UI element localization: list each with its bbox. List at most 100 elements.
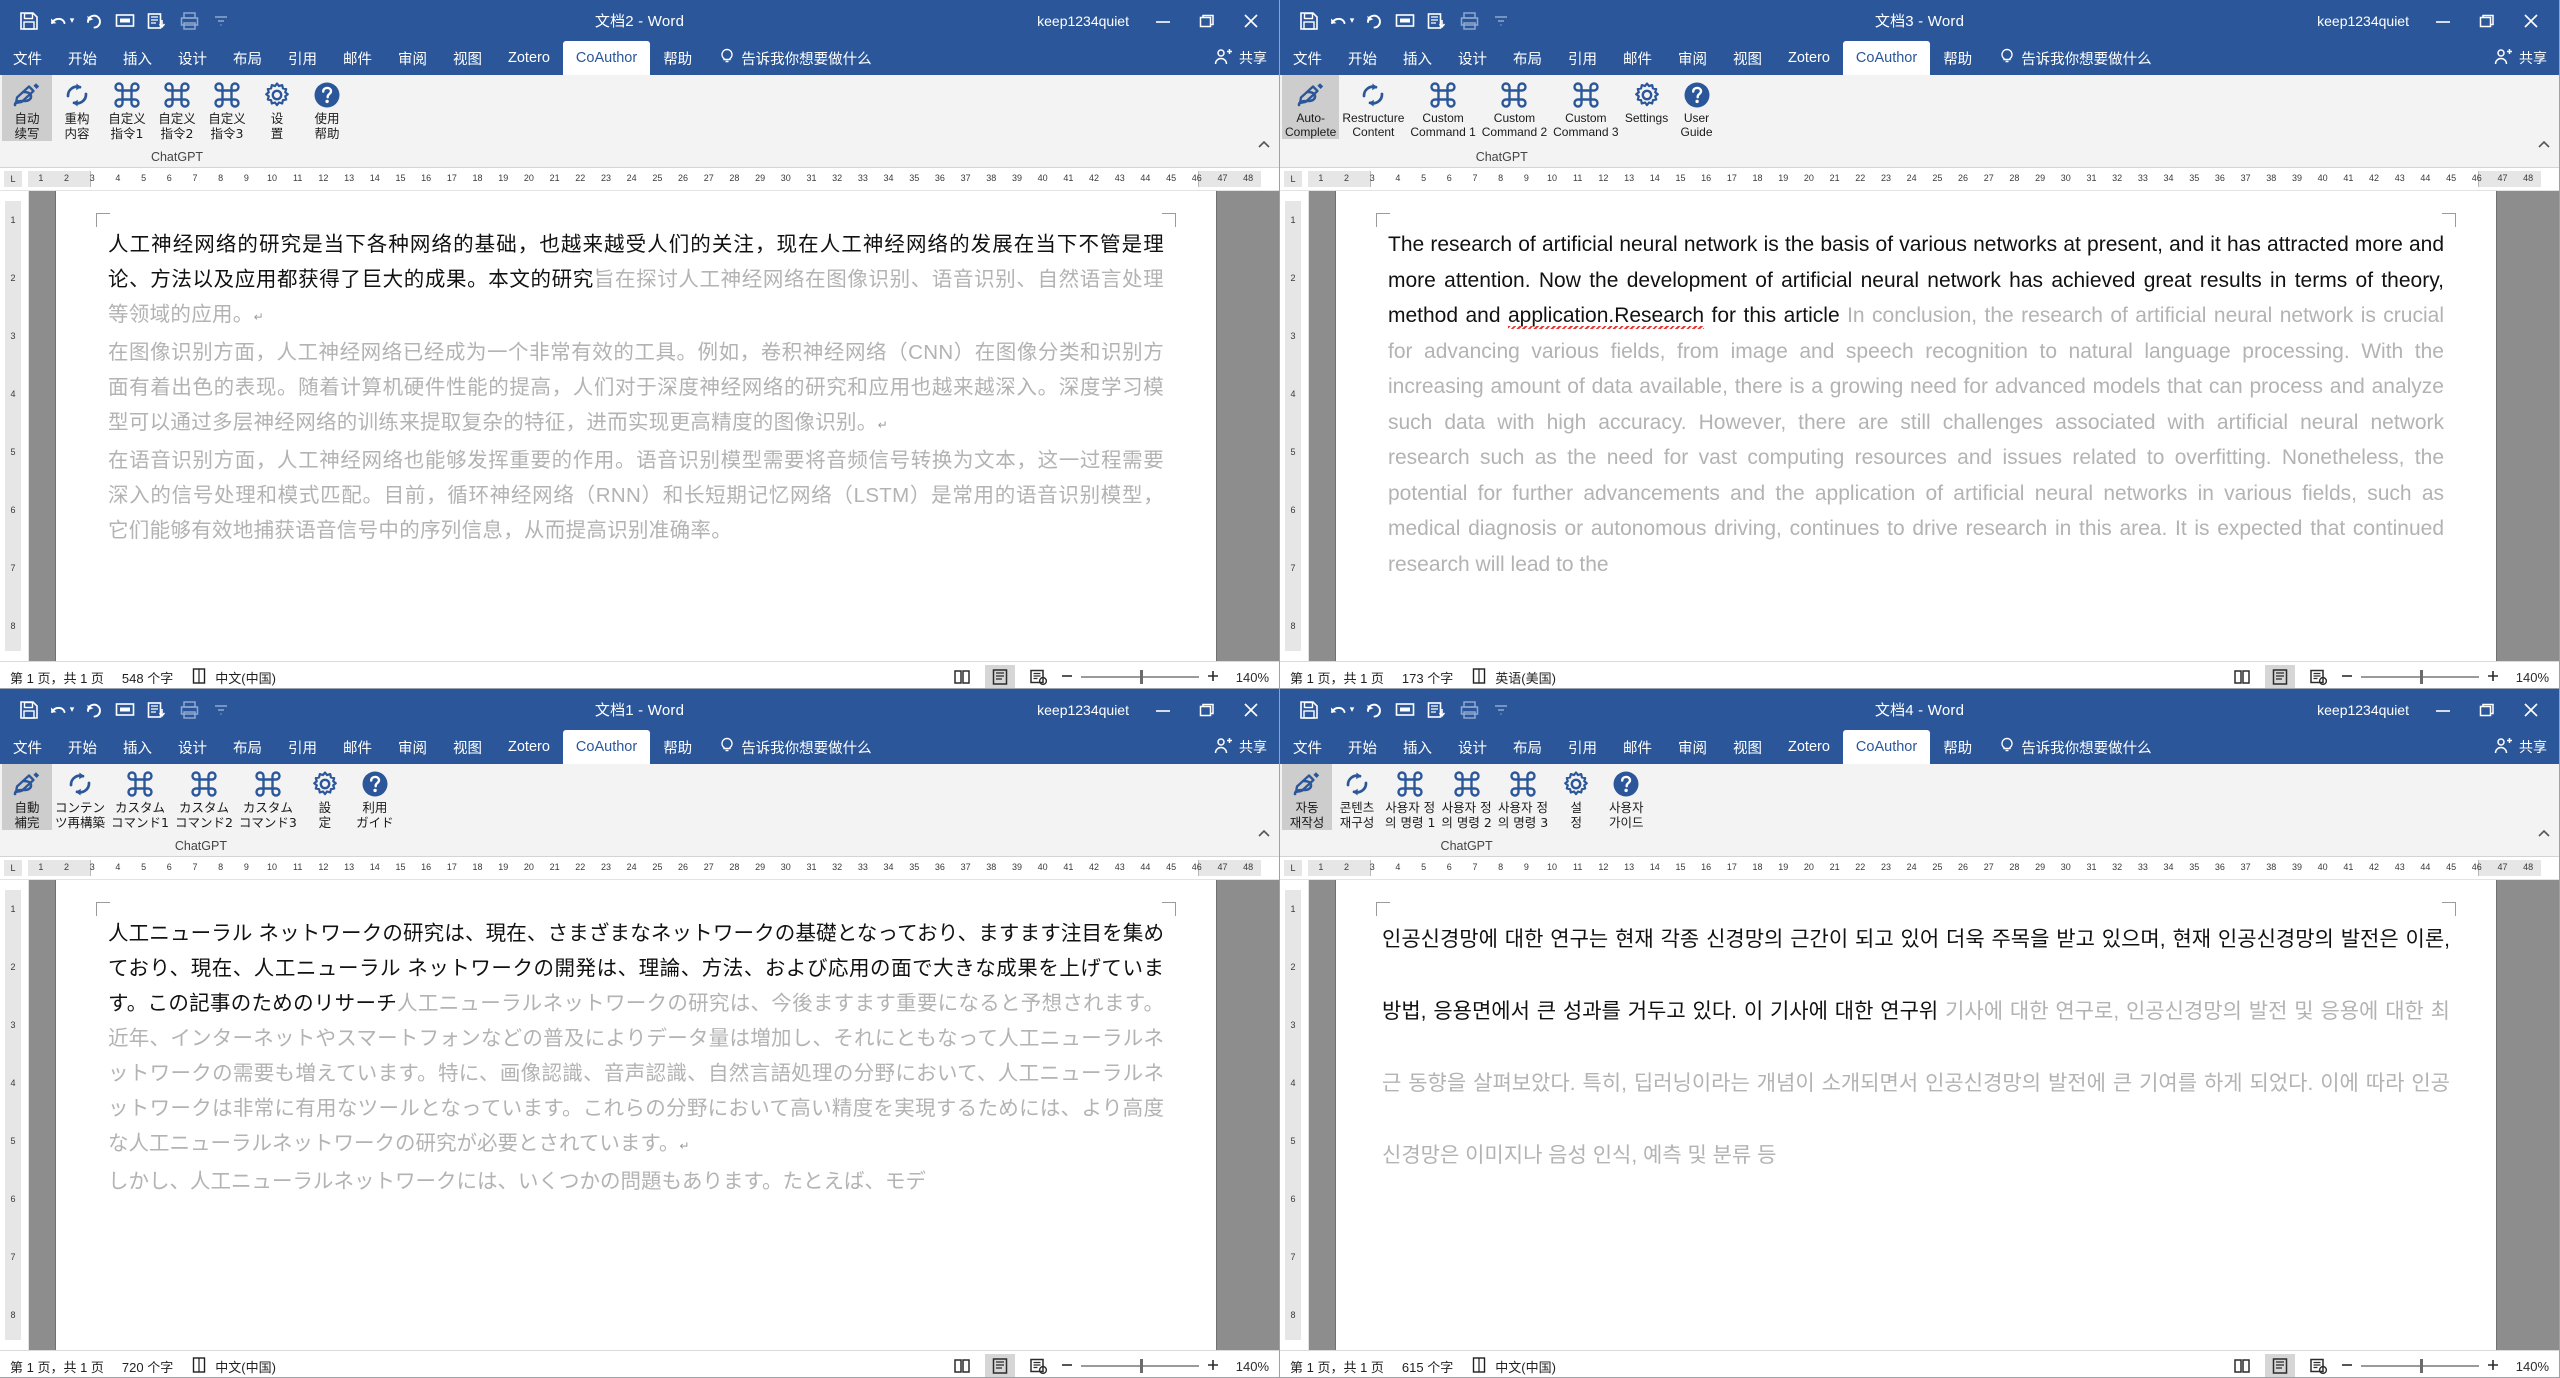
- account-name[interactable]: keep1234quiet: [2317, 0, 2409, 41]
- ribbon-tab-开始[interactable]: 开始: [55, 41, 110, 75]
- qat-pagelayout-button[interactable]: [1422, 696, 1452, 724]
- ribbon-tab-设计[interactable]: 设计: [165, 41, 220, 75]
- restore-button[interactable]: [1185, 689, 1229, 730]
- zoom-in-button[interactable]: [2487, 1359, 2499, 1374]
- share-button[interactable]: 共享: [1214, 41, 1267, 75]
- qat-print-button[interactable]: [174, 696, 204, 724]
- ribbon-button-custom-command-3[interactable]: Custom Command 3: [1550, 75, 1621, 139]
- ribbon-button-restructure-content[interactable]: 重构 内容: [52, 75, 102, 141]
- ribbon-tab-引用[interactable]: 引用: [275, 41, 330, 75]
- ribbon-button-auto-complete[interactable]: 自动 续写: [2, 75, 52, 141]
- document-paragraph[interactable]: 人工神经网络的研究是当下各种网络的基础，也越来越受人们的关注，现在人工神经网络的…: [108, 227, 1164, 335]
- ribbon-tab-设计[interactable]: 设计: [1445, 41, 1500, 75]
- ribbon-button-restructure-content[interactable]: Restructure Content: [1339, 75, 1407, 139]
- page-number-status[interactable]: 第 1 页，共 1 页: [10, 1357, 104, 1376]
- word-count-status[interactable]: 548 个字: [122, 668, 173, 687]
- qat-qat-more-button[interactable]: [206, 696, 236, 724]
- qat-save-button[interactable]: [14, 696, 44, 724]
- ribbon-tab-开始[interactable]: 开始: [1335, 730, 1390, 764]
- ribbon-tab-邮件[interactable]: 邮件: [330, 730, 385, 764]
- ribbon-tab-开始[interactable]: 开始: [1335, 41, 1390, 75]
- word-count-status[interactable]: 615 个字: [1402, 1357, 1453, 1376]
- ribbon-button-user-guide[interactable]: User Guide: [1672, 75, 1722, 139]
- ribbon-button-custom-command-3[interactable]: 사용자 정의 명령 3: [1495, 764, 1551, 830]
- ribbon-tab-Zotero[interactable]: Zotero: [495, 730, 563, 764]
- vertical-ruler[interactable]: 1 2 3 4 5 6 7 8: [0, 191, 29, 661]
- collapse-ribbon-button[interactable]: [1257, 826, 1271, 844]
- ribbon-tab-视图[interactable]: 视图: [1720, 41, 1775, 75]
- tell-me-box[interactable]: 告诉我你想要做什么: [705, 730, 885, 764]
- qat-print-button[interactable]: [1454, 696, 1484, 724]
- ribbon-button-custom-command-1[interactable]: Custom Command 1: [1407, 75, 1478, 139]
- ribbon-tab-插入[interactable]: 插入: [1390, 41, 1445, 75]
- horizontal-ruler[interactable]: L 1 2 3 4 5 6 7 8 9 10 11 12 13 14 15 16 17 18 19 20 21 22 23 24…: [1280, 168, 2559, 191]
- proofing-icon[interactable]: [1471, 1356, 1487, 1377]
- account-name[interactable]: keep1234quiet: [1037, 0, 1129, 41]
- qat-pagelayout-button[interactable]: [1422, 7, 1452, 35]
- qat-undo-button[interactable]: ▾: [46, 696, 76, 724]
- qat-print-preview-button[interactable]: [110, 7, 140, 35]
- ribbon-tab-文件[interactable]: 文件: [1280, 730, 1335, 764]
- minimize-button[interactable]: [2421, 689, 2465, 730]
- ruler-scale[interactable]: 1 2 3 4 5 6 7 8 9 10 11 12 13 14 15 16 17 18 19 20 21 22 23 24 2…: [28, 171, 1261, 187]
- print-layout-button[interactable]: [2265, 665, 2295, 688]
- ribbon-tab-视图[interactable]: 视图: [1720, 730, 1775, 764]
- minimize-button[interactable]: [2421, 0, 2465, 41]
- misspelled-run[interactable]: application.Research: [1508, 304, 1704, 327]
- qat-undo-button[interactable]: ▾: [1326, 7, 1356, 35]
- zoom-in-button[interactable]: [1207, 670, 1219, 685]
- zoom-slider-knob[interactable]: [1140, 670, 1143, 684]
- document-page[interactable]: 인공신경망에 대한 연구는 현재 각종 신경망의 근간이 되고 있어 더욱 주목…: [1336, 880, 2496, 1350]
- ribbon-tab-引用[interactable]: 引用: [275, 730, 330, 764]
- web-layout-button[interactable]: [1023, 665, 1053, 688]
- ribbon-button-custom-command-1[interactable]: 自定义 指令1: [102, 75, 152, 141]
- zoom-level[interactable]: 140%: [2507, 670, 2549, 685]
- ribbon-tab-审阅[interactable]: 审阅: [1665, 41, 1720, 75]
- vertical-ruler[interactable]: 1 2 3 4 5 6 7 8: [1280, 880, 1309, 1350]
- ribbon-tab-Zotero[interactable]: Zotero: [1775, 41, 1843, 75]
- zoom-out-button[interactable]: [1061, 1359, 1073, 1374]
- ribbon-button-custom-command-3[interactable]: 自定义 指令3: [202, 75, 252, 141]
- ribbon-tab-审阅[interactable]: 审阅: [1665, 730, 1720, 764]
- ribbon-tab-审阅[interactable]: 审阅: [385, 41, 440, 75]
- vertical-ruler[interactable]: 1 2 3 4 5 6 7 8: [1280, 191, 1309, 661]
- zoom-out-button[interactable]: [2341, 1359, 2353, 1374]
- proofing-icon[interactable]: [191, 667, 207, 688]
- document-page[interactable]: The research of artificial neural networ…: [1336, 191, 2496, 661]
- horizontal-ruler[interactable]: L 1 2 3 4 5 6 7 8 9 10 11 12 13 14 15 16 17 18 19 20 21 22 23 24…: [1280, 857, 2559, 880]
- collapse-ribbon-button[interactable]: [2537, 826, 2551, 844]
- ribbon-button-custom-command-1[interactable]: カスタム コマンド1: [108, 764, 172, 830]
- share-button[interactable]: 共享: [2494, 730, 2547, 764]
- word-count-status[interactable]: 720 个字: [122, 1357, 173, 1376]
- qat-print-preview-button[interactable]: [1390, 7, 1420, 35]
- qat-save-button[interactable]: [14, 7, 44, 35]
- qat-print-button[interactable]: [174, 7, 204, 35]
- zoom-out-button[interactable]: [1061, 670, 1073, 685]
- share-button[interactable]: 共享: [1214, 730, 1267, 764]
- zoom-out-button[interactable]: [2341, 670, 2353, 685]
- web-layout-button[interactable]: [2303, 1354, 2333, 1377]
- qat-qat-more-button[interactable]: [1486, 696, 1516, 724]
- ribbon-tab-审阅[interactable]: 审阅: [385, 730, 440, 764]
- ribbon-tab-Zotero[interactable]: Zotero: [495, 41, 563, 75]
- zoom-level[interactable]: 140%: [1227, 1359, 1269, 1374]
- share-button[interactable]: 共享: [2494, 41, 2547, 75]
- language-status[interactable]: 中文(中国): [215, 668, 276, 687]
- document-text[interactable]: 人工ニューラル ネットワークの研究は、現在、さまざまなネットワークの基礎となって…: [108, 916, 1164, 1199]
- account-name[interactable]: keep1234quiet: [1037, 689, 1129, 730]
- qat-undo-button[interactable]: ▾: [46, 7, 76, 35]
- ribbon-tab-CoAuthor[interactable]: CoAuthor: [1842, 41, 1931, 75]
- collapse-ribbon-button[interactable]: [2537, 137, 2551, 155]
- ribbon-button-custom-command-2[interactable]: 自定义 指令2: [152, 75, 202, 141]
- zoom-slider-knob[interactable]: [2420, 1359, 2423, 1373]
- zoom-slider[interactable]: [1081, 1359, 1199, 1373]
- zoom-control[interactable]: 140%: [1061, 1359, 1269, 1374]
- web-layout-button[interactable]: [2303, 665, 2333, 688]
- minimize-button[interactable]: [1141, 689, 1185, 730]
- ribbon-tab-布局[interactable]: 布局: [1500, 41, 1555, 75]
- zoom-control[interactable]: 140%: [2341, 1359, 2549, 1374]
- close-button[interactable]: [1229, 689, 1273, 730]
- tab-stop-selector[interactable]: L: [1284, 860, 1302, 876]
- zoom-slider[interactable]: [2361, 1359, 2479, 1373]
- ribbon-tab-CoAuthor[interactable]: CoAuthor: [1842, 730, 1931, 764]
